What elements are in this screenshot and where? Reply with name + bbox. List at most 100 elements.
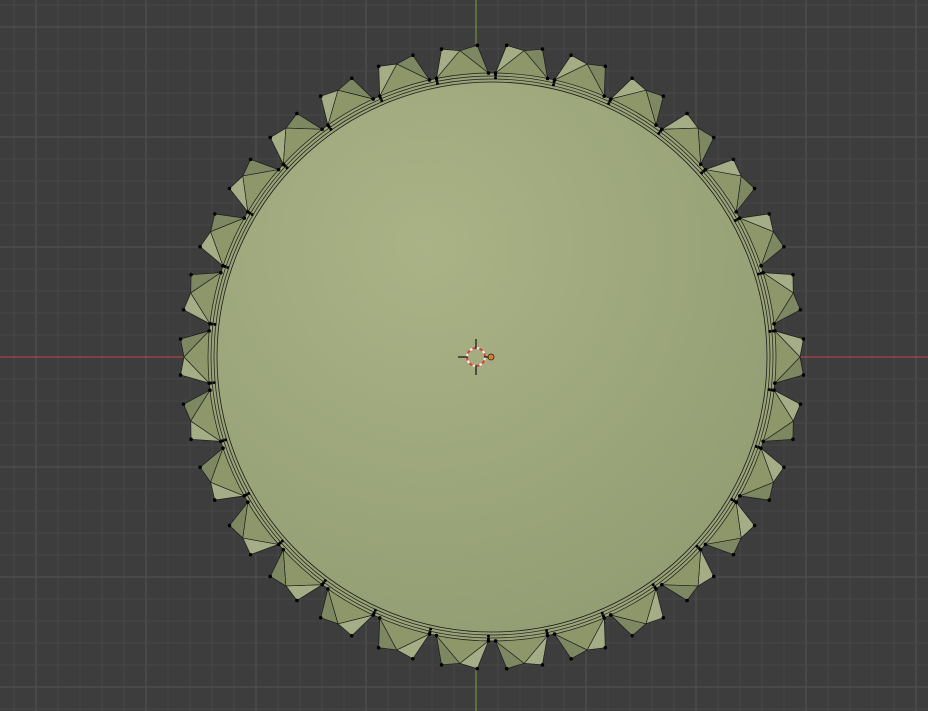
mesh-vertex (759, 264, 763, 268)
mesh-vertex (731, 552, 736, 557)
mesh-vertex (603, 645, 608, 650)
mesh-vertex (248, 157, 253, 162)
mesh-vertex (411, 656, 415, 661)
mesh-vertex (247, 491, 251, 495)
mesh-vertex (551, 83, 555, 87)
mesh-vertex (283, 164, 287, 168)
mesh-vertex (181, 402, 186, 406)
mesh-vertex (608, 613, 613, 617)
mesh-vertex (318, 94, 323, 99)
mesh-vertex (607, 102, 611, 106)
mesh-vertex (223, 264, 227, 268)
mesh-vertex (198, 244, 202, 249)
mesh-vertex (732, 499, 736, 503)
mesh-vertex (661, 615, 666, 620)
mesh-vertex (189, 272, 193, 277)
mesh-vertex (736, 217, 740, 221)
mesh-vertex (181, 308, 186, 312)
mesh-vertex (700, 171, 704, 175)
cap-tooth (285, 584, 324, 601)
mesh-vertex (327, 125, 331, 129)
mesh-vertex (703, 542, 708, 547)
mesh-vertex (329, 127, 333, 131)
mesh-vertex (371, 97, 376, 101)
mesh-vertex (761, 439, 765, 444)
mesh-vertex (651, 583, 655, 587)
mesh-vertex (697, 546, 701, 550)
mesh-vertex (268, 135, 273, 140)
mesh-vertex (798, 308, 803, 312)
mesh-vertex (475, 43, 480, 48)
mesh-vertex (318, 615, 323, 620)
mesh-vertex (504, 666, 509, 671)
cap-tooth-shadow (285, 113, 324, 130)
mesh-vertex (350, 633, 354, 638)
mesh-vertex (734, 210, 738, 214)
mesh-vertex (608, 99, 612, 103)
mesh-vertex (428, 630, 432, 634)
mesh-vertex (376, 645, 381, 650)
mesh-vertex (698, 162, 703, 167)
mesh-vertex (494, 73, 498, 77)
mesh-vertex (711, 574, 716, 579)
mesh-vertex (208, 388, 212, 393)
mesh-vertex (737, 494, 742, 498)
mesh-vertex (504, 43, 509, 48)
mesh-vertex (373, 608, 377, 612)
mesh-vertex (376, 64, 381, 69)
3d-viewport[interactable] (0, 0, 928, 711)
object-origin-icon[interactable] (487, 353, 495, 361)
mesh-vertex (759, 271, 763, 275)
mesh-vertex (801, 373, 806, 377)
mesh-vertex (601, 614, 605, 618)
mesh-vertex (268, 574, 273, 579)
mesh-vertex (372, 611, 376, 615)
mesh-vertex (801, 337, 806, 341)
viewport-canvas[interactable] (0, 0, 928, 711)
mesh-vertex (791, 272, 795, 277)
mesh-vertex (439, 663, 444, 667)
mesh-vertex (545, 632, 549, 636)
mesh-vertex (212, 212, 217, 216)
mesh-vertex (281, 547, 286, 552)
mesh-vertex (213, 322, 217, 326)
mesh-vertex (411, 53, 415, 58)
mesh-vertex (429, 627, 433, 631)
mesh-vertex (226, 265, 230, 269)
mesh-vertex (540, 663, 545, 667)
mesh-vertex (782, 465, 786, 470)
mesh-vertex (276, 167, 281, 172)
cap-tooth-shadow (660, 584, 699, 601)
mesh-vertex (224, 438, 228, 442)
mesh-vertex (654, 123, 658, 127)
mesh-vertex (545, 629, 549, 633)
mesh-vertex (250, 212, 254, 216)
mesh-vertex (212, 498, 217, 502)
mesh-vertex (661, 94, 666, 99)
mesh-vertex (486, 637, 490, 641)
mesh-vertex (630, 76, 634, 81)
mesh-vertex (435, 78, 439, 82)
mesh-vertex (770, 388, 774, 392)
mesh-vertex (782, 244, 786, 249)
mesh-vertex (752, 523, 757, 528)
mesh-vertex (730, 498, 734, 502)
mesh-vertex (221, 439, 225, 443)
mesh-vertex (380, 99, 384, 103)
mesh-vertex (603, 64, 608, 69)
mesh-vertex (295, 598, 299, 603)
mesh-vertex (552, 632, 557, 636)
mesh-vertex (227, 523, 232, 528)
mesh-vertex (178, 373, 183, 377)
mesh-vertex (771, 329, 775, 333)
mesh-vertex (754, 445, 758, 449)
mesh-vertex (756, 272, 760, 276)
mesh-vertex (248, 211, 252, 215)
mesh-vertex (189, 437, 193, 442)
mesh-vertex (435, 81, 439, 85)
mesh-vertex (569, 656, 573, 661)
mesh-vertex (569, 53, 573, 58)
mesh-vertex (767, 212, 772, 216)
mesh-vertex (212, 381, 216, 385)
mesh-vertex (685, 598, 689, 603)
